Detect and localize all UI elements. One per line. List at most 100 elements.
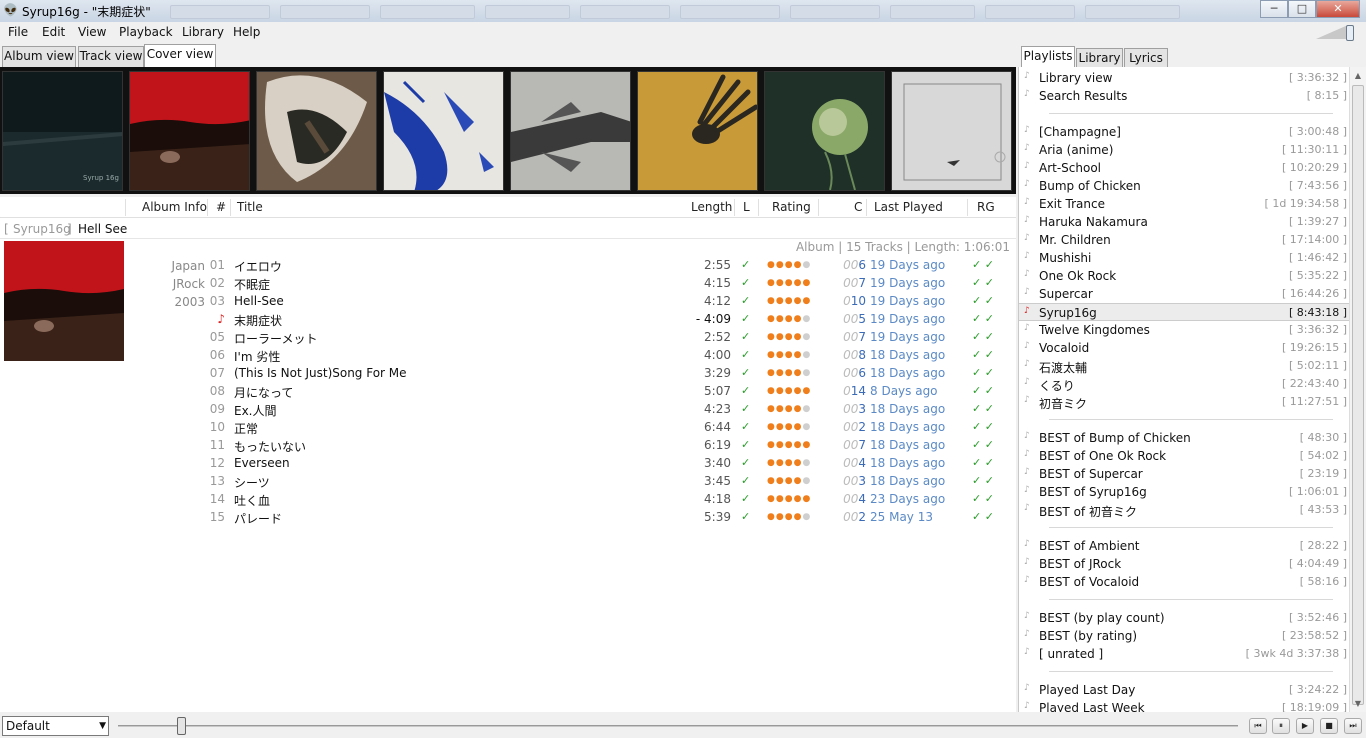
scroll-thumb[interactable] <box>1352 85 1364 705</box>
playlist-item[interactable]: ♪ Vocaloid [ 19:26:15 ] <box>1019 339 1349 357</box>
rating-star[interactable]: ● <box>785 278 794 288</box>
rating-star[interactable]: ● <box>785 296 794 306</box>
rating-star[interactable]: ● <box>767 440 776 450</box>
rating-star[interactable]: ● <box>785 476 794 486</box>
rating-star[interactable]: ● <box>776 350 785 360</box>
playlist-item[interactable]: ♪ Mushishi [ 1:46:42 ] <box>1019 249 1349 267</box>
album-cover[interactable] <box>510 71 631 191</box>
track-rating[interactable]: ●●●●● <box>767 386 811 396</box>
col-track-number[interactable]: # <box>216 200 226 214</box>
col-title[interactable]: Title <box>237 200 263 214</box>
previous-button[interactable]: ⏮ <box>1249 718 1267 734</box>
col-length[interactable]: Length <box>691 200 732 214</box>
menu-view[interactable]: View <box>78 25 106 39</box>
rating-star[interactable]: ● <box>802 512 811 522</box>
table-row[interactable]: 03 Hell-See 4:12 ✓ ●●●●● 010 19 Days ago ✓ ✓ <box>130 292 1010 310</box>
rating-star[interactable]: ● <box>785 404 794 414</box>
rating-star[interactable]: ● <box>802 260 811 270</box>
menu-file[interactable]: File <box>8 25 28 39</box>
table-row[interactable]: 05 ローラーメット 2:52 ✓ ●●●●● 007 19 Days ago ✓ ✓ <box>130 328 1010 346</box>
rating-star[interactable]: ● <box>802 440 811 450</box>
tab-playlists[interactable]: Playlists <box>1021 46 1075 68</box>
tab-library[interactable]: Library <box>1076 48 1123 69</box>
table-row[interactable]: 08 月になって 5:07 ✓ ●●●●● 014 8 Days ago ✓ ✓ <box>130 382 1010 400</box>
album-cover[interactable] <box>764 71 885 191</box>
scroll-up-icon[interactable]: ▲ <box>1352 71 1364 80</box>
minimize-button[interactable]: ─ <box>1260 0 1288 18</box>
col-rating[interactable]: Rating <box>772 200 811 214</box>
table-row[interactable]: 15 パレード 5:39 ✓ ●●●●● 002 25 May 13 ✓ ✓ <box>130 508 1010 526</box>
rating-star[interactable]: ● <box>776 476 785 486</box>
menu-edit[interactable]: Edit <box>42 25 65 39</box>
rating-star[interactable]: ● <box>767 260 776 270</box>
rating-star[interactable]: ● <box>767 314 776 324</box>
rating-star[interactable]: ● <box>802 314 811 324</box>
album-cover[interactable] <box>891 71 1012 191</box>
track-rating[interactable]: ●●●●● <box>767 512 811 522</box>
album-cover[interactable] <box>383 71 504 191</box>
pause-button[interactable]: ⏸ <box>1272 718 1290 734</box>
playlist-item[interactable]: ♪ One Ok Rock [ 5:35:22 ] <box>1019 267 1349 285</box>
col-album-info[interactable]: Album Info <box>142 200 207 214</box>
rating-star[interactable]: ● <box>767 512 776 522</box>
rating-star[interactable]: ● <box>776 368 785 378</box>
rating-star[interactable]: ● <box>767 476 776 486</box>
tab-track-view[interactable]: Track view <box>78 46 144 67</box>
track-rating[interactable]: ●●●●● <box>767 404 811 414</box>
rating-star[interactable]: ● <box>785 512 794 522</box>
track-rating[interactable]: ●●●●● <box>767 458 811 468</box>
rating-star[interactable]: ● <box>785 260 794 270</box>
rating-star[interactable]: ● <box>802 278 811 288</box>
album-cover[interactable] <box>637 71 758 191</box>
playlist-item[interactable]: ♪ BEST (by play count) [ 3:52:46 ] <box>1019 609 1349 627</box>
volume-slider[interactable] <box>1316 25 1360 41</box>
playlist-item[interactable]: ♪ BEST of Vocaloid [ 58:16 ] <box>1019 573 1349 591</box>
rating-star[interactable]: ● <box>776 458 785 468</box>
col-count[interactable]: C <box>854 200 862 214</box>
playlist-scrollbar[interactable]: ▲ ▼ <box>1349 67 1366 712</box>
playlist-item[interactable]: ♪ BEST of 初音ミク [ 43:53 ] <box>1019 501 1349 519</box>
playlist-item[interactable]: ♪ Haruka Nakamura [ 1:39:27 ] <box>1019 213 1349 231</box>
playlist-item[interactable]: ♪ Played Last Day [ 3:24:22 ] <box>1019 681 1349 699</box>
track-rating[interactable]: ●●●●● <box>767 260 811 270</box>
playlist-item[interactable]: ♪ BEST of Syrup16g [ 1:06:01 ] <box>1019 483 1349 501</box>
rating-star[interactable]: ● <box>802 368 811 378</box>
table-row[interactable]: ♪ 末期症状 - 4:09 ✓ ●●●●● 005 19 Days ago ✓ ✓ <box>130 310 1010 328</box>
table-row[interactable]: 13 シーツ 3:45 ✓ ●●●●● 003 18 Days ago ✓ ✓ <box>130 472 1010 490</box>
rating-star[interactable]: ● <box>802 332 811 342</box>
col-l[interactable]: L <box>743 200 750 214</box>
playlist-item[interactable]: ♪ Twelve Kingdomes [ 3:36:32 ] <box>1019 321 1349 339</box>
rating-star[interactable]: ● <box>802 350 811 360</box>
rating-star[interactable]: ● <box>802 296 811 306</box>
playlist-item[interactable]: ♪ 初音ミク [ 11:27:51 ] <box>1019 393 1349 411</box>
playlist-item[interactable]: ♪ BEST of Ambient [ 28:22 ] <box>1019 537 1349 555</box>
maximize-button[interactable]: □ <box>1288 0 1316 18</box>
playlist-item[interactable]: ♪ Mr. Children [ 17:14:00 ] <box>1019 231 1349 249</box>
track-rating[interactable]: ●●●●● <box>767 476 811 486</box>
playlist-item[interactable]: ♪ [ unrated ] [ 3wk 4d 3:37:38 ] <box>1019 645 1349 663</box>
playlist-item[interactable]: ♪ くるり [ 22:43:40 ] <box>1019 375 1349 393</box>
album-cover[interactable] <box>129 71 250 191</box>
table-row[interactable]: 11 もったいない 6:19 ✓ ●●●●● 007 18 Days ago ✓ ✓ <box>130 436 1010 454</box>
rating-star[interactable]: ● <box>802 386 811 396</box>
table-row[interactable]: 02 不眠症 4:15 ✓ ●●●●● 007 19 Days ago ✓ ✓ <box>130 274 1010 292</box>
menu-help[interactable]: Help <box>233 25 260 39</box>
rating-star[interactable]: ● <box>785 458 794 468</box>
rating-star[interactable]: ● <box>785 422 794 432</box>
rating-star[interactable]: ● <box>776 314 785 324</box>
playlist-item[interactable]: ♪ Aria (anime) [ 11:30:11 ] <box>1019 141 1349 159</box>
scroll-down-icon[interactable]: ▼ <box>1352 699 1364 708</box>
rating-star[interactable]: ● <box>785 386 794 396</box>
track-rating[interactable]: ●●●●● <box>767 314 811 324</box>
rating-star[interactable]: ● <box>776 494 785 504</box>
rating-star[interactable]: ● <box>767 296 776 306</box>
track-rating[interactable]: ●●●●● <box>767 278 811 288</box>
playlist-item[interactable]: ♪ Library view [ 3:36:32 ] <box>1019 69 1349 87</box>
group-header[interactable]: [ Syrup16g ] Hell See <box>0 221 1016 239</box>
playlist-item[interactable]: ♪ Exit Trance [ 1d 19:34:58 ] <box>1019 195 1349 213</box>
seek-knob[interactable] <box>177 717 186 735</box>
rating-star[interactable]: ● <box>802 494 811 504</box>
rating-star[interactable]: ● <box>776 440 785 450</box>
album-cover[interactable] <box>256 71 377 191</box>
table-row[interactable]: 09 Ex.人間 4:23 ✓ ●●●●● 003 18 Days ago ✓ ✓ <box>130 400 1010 418</box>
